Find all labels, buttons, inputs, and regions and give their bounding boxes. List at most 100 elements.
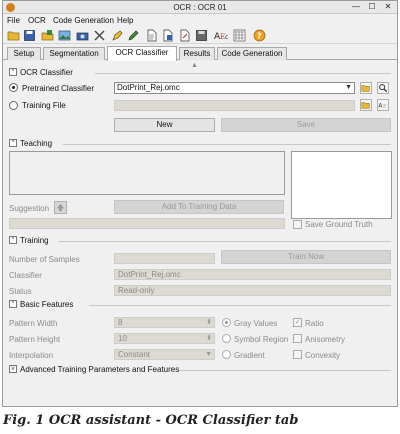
- menu-code-generation[interactable]: Code Generation: [53, 16, 114, 25]
- save-ground-truth-label: Save Ground Truth: [305, 220, 373, 229]
- chevron-down-icon: ▼: [205, 351, 212, 358]
- add-to-training-data-button[interactable]: Add To Training Data: [114, 200, 284, 214]
- advanced-section-header[interactable]: v Advanced Training Parameters and Featur…: [9, 365, 179, 375]
- tab-segmentation[interactable]: Segmentation: [43, 47, 105, 60]
- gray-values-label: Gray Values: [234, 319, 278, 328]
- title-bar: OCR : OCR 01 — ☐ ✕: [3, 1, 397, 14]
- menu-ocr[interactable]: OCR: [28, 16, 46, 25]
- pattern-icon[interactable]: [233, 29, 246, 42]
- save-document-icon[interactable]: [161, 29, 174, 42]
- pretrained-classifier-radio[interactable]: [9, 83, 18, 92]
- section-divider: [89, 305, 391, 306]
- anisometry-label: Anisometry: [305, 335, 346, 344]
- document-export-icon[interactable]: [178, 29, 191, 42]
- expand-toggle-icon[interactable]: v: [9, 365, 17, 373]
- menu-bar: File OCR Code Generation Help: [3, 15, 397, 27]
- train-now-button[interactable]: Train Now: [221, 250, 391, 264]
- collapse-toggle-icon[interactable]: ^: [9, 68, 17, 76]
- close-button[interactable]: ✕: [381, 2, 395, 12]
- menu-file[interactable]: File: [7, 16, 20, 25]
- search-icon[interactable]: [377, 82, 389, 94]
- svg-text:A: A: [378, 104, 382, 110]
- ocr-classifier-section-header[interactable]: ^ OCR Classifier: [9, 68, 73, 78]
- suggestion-up-button[interactable]: [54, 201, 67, 214]
- teaching-section-header[interactable]: ^ Teaching: [9, 139, 52, 149]
- number-of-samples-field: [114, 253, 215, 264]
- collapse-grip[interactable]: ▲: [191, 62, 198, 69]
- pattern-width-stepper[interactable]: 8 ⬍: [114, 317, 215, 328]
- export-icon[interactable]: [93, 29, 106, 42]
- section-divider: [179, 370, 391, 371]
- convexity-checkbox[interactable]: [293, 350, 302, 359]
- section-title: OCR Classifier: [20, 68, 73, 77]
- menu-help[interactable]: Help: [117, 16, 133, 25]
- section-divider: [63, 144, 391, 145]
- section-title: Teaching: [20, 139, 53, 148]
- camera-icon[interactable]: [76, 29, 89, 42]
- help-icon[interactable]: ?: [253, 29, 266, 42]
- ratio-checkbox[interactable]: ✓: [293, 318, 302, 327]
- toolbar: AEc ?: [3, 28, 397, 44]
- open-training-file-folder-icon[interactable]: [360, 99, 372, 111]
- open-classifier-folder-icon[interactable]: [360, 82, 372, 94]
- svg-text:?: ?: [257, 32, 262, 41]
- anisometry-checkbox[interactable]: [293, 334, 302, 343]
- number-of-samples-label: Number of Samples: [9, 255, 80, 264]
- maximize-button[interactable]: ☐: [365, 2, 379, 12]
- convexity-label: Convexity: [305, 351, 341, 360]
- training-file-label: Training File: [22, 101, 66, 110]
- figure-caption: Fig. 1 OCR assistant - OCR Classifier ta…: [3, 413, 299, 428]
- save-floppy-icon[interactable]: [195, 29, 208, 42]
- document-icon[interactable]: [145, 29, 158, 42]
- pattern-height-stepper[interactable]: 10 ⬍: [114, 333, 215, 344]
- training-file-field[interactable]: [114, 100, 355, 111]
- save-icon[interactable]: [23, 29, 36, 42]
- open-folder-icon[interactable]: [7, 29, 20, 42]
- spin-arrows-icon: ⬍: [206, 319, 212, 326]
- save-button[interactable]: Save: [221, 118, 391, 132]
- section-title: Training: [20, 236, 49, 245]
- app-window: OCR : OCR 01 — ☐ ✕ File OCR Code Generat…: [2, 0, 398, 407]
- suggestion-label: Suggestion: [9, 204, 50, 213]
- collapse-toggle-icon[interactable]: ^: [9, 236, 17, 244]
- tab-results[interactable]: Results: [179, 47, 215, 60]
- teaching-preview-area: [9, 151, 285, 195]
- section-divider: [95, 73, 391, 74]
- section-title: Advanced Training Parameters and Feature…: [20, 365, 180, 374]
- character-preview-box: [291, 151, 392, 219]
- tab-code-generation[interactable]: Code Generation: [217, 47, 287, 60]
- teaching-input-field[interactable]: [9, 218, 285, 229]
- pattern-width-label: Pattern Width: [9, 319, 58, 328]
- chevron-down-icon: ▼: [345, 84, 352, 91]
- save-ground-truth-checkbox[interactable]: [293, 220, 302, 229]
- image-icon[interactable]: [58, 29, 71, 42]
- pen-icon[interactable]: [111, 29, 124, 42]
- training-file-radio[interactable]: [9, 101, 18, 110]
- classifier-label: Classifier: [9, 271, 42, 280]
- spin-arrows-icon: ⬍: [206, 335, 212, 342]
- interpolation-select[interactable]: Constant ▼: [114, 349, 215, 360]
- basic-features-section-header[interactable]: ^ Basic Features: [9, 300, 73, 310]
- section-divider: [59, 241, 391, 242]
- pretrained-classifier-select[interactable]: DotPrint_Rej.omc ▼: [114, 82, 355, 94]
- symbol-region-radio[interactable]: [222, 334, 231, 343]
- minimize-button[interactable]: —: [349, 2, 363, 12]
- font-icon[interactable]: AEc: [214, 29, 230, 42]
- gradient-label: Gradient: [234, 351, 265, 360]
- tab-setup[interactable]: Setup: [7, 47, 41, 60]
- collapse-toggle-icon[interactable]: ^: [9, 300, 17, 308]
- symbol-region-label: Symbol Region: [234, 335, 289, 344]
- pencil-edit-icon[interactable]: [127, 29, 140, 42]
- font-edit-icon[interactable]: AE: [377, 99, 389, 111]
- collapse-toggle-icon[interactable]: ^: [9, 139, 17, 147]
- new-button[interactable]: New: [114, 118, 215, 132]
- load-icon[interactable]: [41, 29, 54, 42]
- training-section-header[interactable]: ^ Training: [9, 236, 49, 246]
- tab-ocr-classifier[interactable]: OCR Classifier: [107, 46, 177, 61]
- status-label: Status: [9, 287, 32, 296]
- svg-text:E: E: [383, 104, 387, 110]
- status-field: Read-only: [114, 285, 391, 296]
- gradient-radio[interactable]: [222, 350, 231, 359]
- tab-bar: Setup Segmentation OCR Classifier Result…: [3, 46, 397, 61]
- gray-values-radio[interactable]: [222, 318, 231, 327]
